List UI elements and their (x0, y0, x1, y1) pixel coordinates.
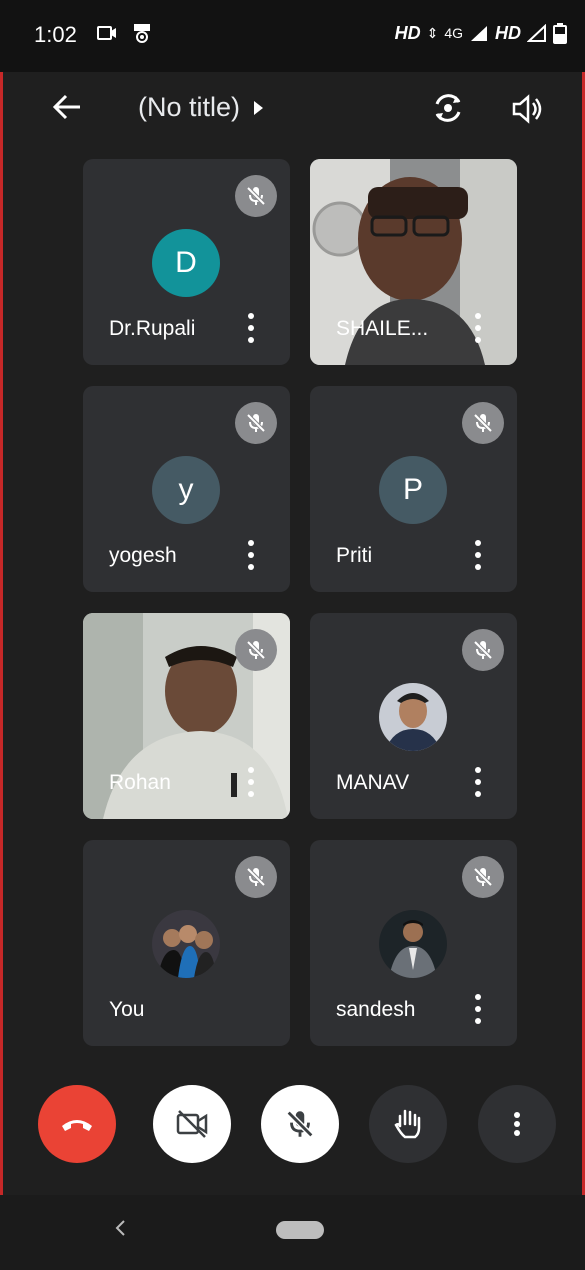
speaker-icon[interactable] (510, 92, 544, 126)
camera-off-icon (176, 1110, 208, 1138)
hd-label-2: HD (495, 22, 521, 43)
mic-off-icon (235, 175, 277, 217)
participant-name: sandesh (336, 998, 416, 1021)
video-notification-icon (97, 26, 116, 40)
mic-off-icon (462, 856, 504, 898)
participant-tile[interactable]: SHAILE... (310, 159, 517, 365)
nav-home-pill[interactable] (276, 1221, 324, 1239)
end-call-button[interactable] (38, 1085, 116, 1163)
mic-off-icon (286, 1110, 314, 1138)
signal-icon (471, 26, 487, 41)
participant-name: Dr.Rupali (109, 317, 196, 340)
avatar: y (152, 456, 220, 524)
more-vert-icon[interactable] (246, 767, 256, 797)
mic-off-icon (462, 402, 504, 444)
more-vert-icon[interactable] (473, 994, 483, 1024)
status-bar: 1:02 HD ⇕ 4G HD (0, 0, 585, 72)
nav-back-icon[interactable] (112, 1217, 130, 1239)
status-left-icons (96, 22, 152, 44)
mic-off-icon (235, 856, 277, 898)
back-arrow-icon[interactable] (50, 90, 84, 124)
avatar-initial: y (178, 473, 194, 506)
more-vert-icon[interactable] (246, 313, 256, 343)
expand-arrow-icon (254, 100, 264, 115)
switch-camera-icon[interactable] (430, 90, 466, 126)
participant-name: Priti (336, 544, 373, 567)
mic-toggle-button[interactable] (261, 1085, 339, 1163)
participant-tile[interactable]: Rohan (83, 613, 290, 819)
participant-tile[interactable]: y yogesh (83, 386, 290, 592)
meeting-title-text: (No title) (138, 92, 241, 122)
status-time: 1:02 (34, 22, 77, 47)
more-vert-icon[interactable] (473, 540, 483, 570)
participant-tile[interactable]: sandesh (310, 840, 517, 1046)
network-4g-label: 4G (444, 25, 463, 41)
system-nav-bar (0, 1195, 585, 1270)
camera-toggle-button[interactable] (153, 1085, 231, 1163)
raise-hand-icon (394, 1109, 421, 1139)
participant-name: MANAV (336, 771, 410, 794)
more-options-button[interactable] (478, 1085, 556, 1163)
avatar-initial: P (402, 473, 423, 506)
mic-off-icon (235, 402, 277, 444)
status-right: HD ⇕ 4G HD (395, 22, 567, 44)
battery-icon (553, 23, 567, 44)
avatar-photo (379, 910, 447, 978)
data-arrows-icon: ⇕ (426, 24, 439, 41)
signal-icon-2 (527, 24, 546, 42)
participant-name: yogesh (109, 544, 177, 567)
more-vert-icon[interactable] (473, 313, 483, 343)
participant-tile[interactable]: MANAV (310, 613, 517, 819)
participant-tile: You (83, 840, 290, 1046)
avatar: P (379, 456, 447, 524)
end-call-icon (62, 1120, 92, 1131)
raise-hand-button[interactable] (369, 1085, 447, 1163)
participant-name: Rohan (109, 771, 171, 794)
mic-off-icon (462, 629, 504, 671)
participant-tile[interactable]: D Dr.Rupali (83, 159, 290, 365)
more-vert-icon (512, 1112, 522, 1136)
meeting-top-bar: (No title) (0, 72, 585, 152)
avatar-photo (379, 683, 447, 751)
avatar-photo (152, 910, 220, 978)
participant-name: SHAILE... (336, 317, 429, 340)
more-vert-icon[interactable] (473, 767, 483, 797)
participant-name: You (109, 998, 145, 1021)
avatar-initial: D (175, 246, 197, 279)
more-vert-icon[interactable] (246, 540, 256, 570)
meeting-title[interactable]: (No title) (138, 92, 264, 123)
app-notification-icon (134, 24, 150, 43)
mic-off-icon (235, 629, 277, 671)
participant-tile[interactable]: P Priti (310, 386, 517, 592)
avatar: D (152, 229, 220, 297)
hd-label-1: HD (394, 22, 421, 43)
